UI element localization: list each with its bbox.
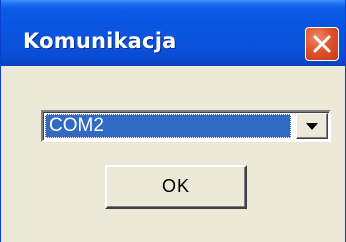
port-select[interactable]: COM2	[41, 110, 331, 142]
close-icon	[313, 35, 331, 53]
title-bar[interactable]: Komunikacja	[1, 0, 345, 66]
window-title: Komunikacja	[23, 29, 177, 53]
port-select-value-field[interactable]: COM2	[45, 114, 291, 138]
dialog-window: Komunikacja COM2 OK	[0, 0, 346, 242]
close-button[interactable]	[305, 27, 339, 61]
port-select-value: COM2	[49, 115, 104, 136]
ok-button-label: OK	[161, 176, 190, 196]
chevron-down-icon	[306, 123, 318, 130]
port-select-dropdown-button[interactable]	[296, 113, 328, 139]
ok-button[interactable]: OK	[105, 165, 247, 209]
